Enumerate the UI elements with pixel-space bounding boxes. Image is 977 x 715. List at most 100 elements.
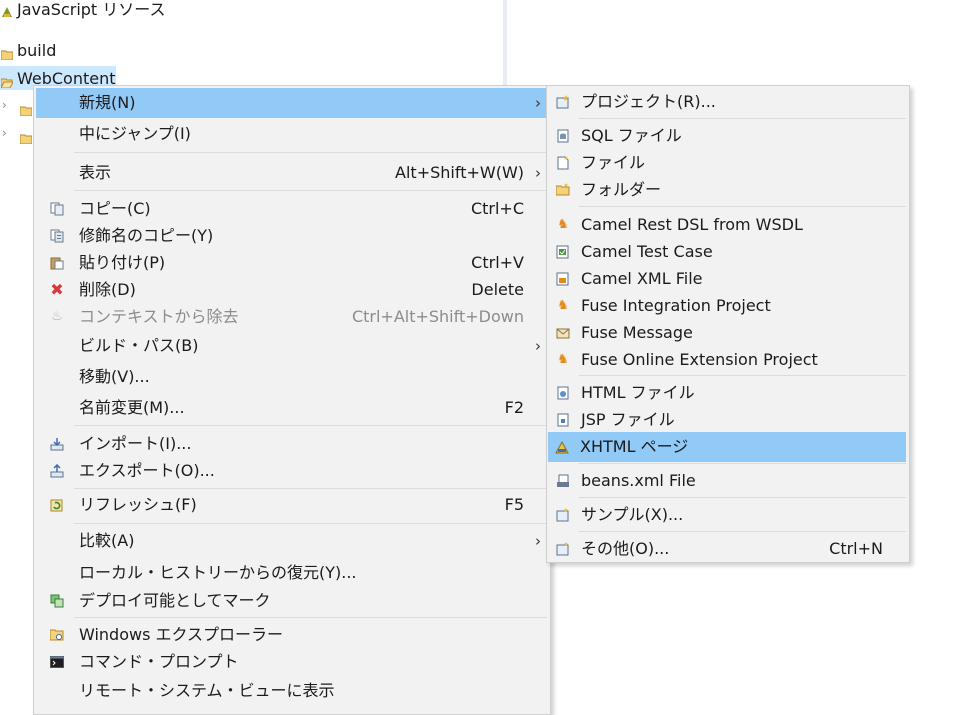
menu-item-show-in-remote-systems[interactable]: リモート・システム・ビューに表示: [36, 676, 548, 706]
menu-separator: [579, 531, 906, 532]
remove-from-context-icon: ♨: [51, 309, 63, 324]
menu-item-label: Camel Rest DSL from WSDL: [581, 215, 803, 234]
menu-item-label: エクスポート(O)...: [79, 461, 215, 480]
menu-separator: [579, 463, 906, 464]
menu-item-label: コピー(C): [79, 199, 151, 218]
submenu-item-xhtml-page[interactable]: XHTML ページ: [548, 432, 906, 462]
submenu-item-project[interactable]: プロジェクト(R)...: [549, 87, 907, 117]
submenu-item-fuse-integration-project[interactable]: ♞ Fuse Integration Project: [549, 291, 907, 321]
menu-item-label: 新規(N): [79, 93, 136, 112]
tree-item-label: JavaScript リソース: [17, 0, 166, 19]
menu-item-mark-deployable[interactable]: デプロイ可能としてマーク: [36, 586, 548, 616]
menu-item-label: リモート・システム・ビューに表示: [79, 681, 335, 700]
menu-item-label: プロジェクト(R)...: [581, 92, 716, 111]
windows-explorer-icon: [49, 627, 65, 643]
menu-item-label: サンプル(X)...: [581, 505, 684, 524]
submenu-item-camel-rest-dsl[interactable]: ♞ Camel Rest DSL from WSDL: [549, 210, 907, 240]
menu-item-shortcut: Ctrl+C: [470, 199, 524, 218]
menu-separator: [74, 523, 547, 524]
submenu-arrow-icon: ›: [535, 164, 541, 182]
context-menu: 新規(N) › 中にジャンプ(I) 表示 Alt+Shift+W(W) › コピ…: [33, 85, 551, 715]
copy-qualified-name-icon: [49, 228, 65, 244]
camel-icon: ♞: [557, 217, 569, 232]
menu-item-shortcut: Alt+Shift+W(W): [395, 163, 524, 182]
menu-item-go-into[interactable]: 中にジャンプ(I): [36, 119, 548, 149]
submenu-item-sql-file[interactable]: SQL ファイル: [549, 121, 907, 151]
submenu-item-beans-xml[interactable]: beans.xml File: [549, 466, 907, 496]
menu-item-paste[interactable]: 貼り付け(P) Ctrl+V: [36, 248, 548, 278]
expand-chevron-icon[interactable]: ›: [2, 126, 7, 140]
submenu-item-fuse-online-extension[interactable]: ♞ Fuse Online Extension Project: [549, 345, 907, 375]
menu-item-restore-from-local-history[interactable]: ローカル・ヒストリーからの復元(Y)...: [36, 558, 548, 588]
menu-item-label: Fuse Online Extension Project: [581, 350, 818, 369]
camel-icon: ♞: [557, 298, 569, 313]
sample-icon: [555, 507, 571, 523]
menu-item-label: Fuse Message: [581, 323, 693, 342]
menu-item-label: その他(O)...: [581, 539, 670, 558]
camel-xml-icon: [555, 271, 571, 287]
menu-item-label: 貼り付け(P): [79, 253, 166, 272]
menu-item-refresh[interactable]: リフレッシュ(F) F5: [36, 490, 548, 520]
menu-separator: [74, 425, 547, 426]
menu-item-label: フォルダー: [581, 180, 662, 199]
menu-item-label: JSP ファイル: [581, 410, 675, 429]
paste-icon: [49, 255, 65, 271]
menu-item-windows-explorer[interactable]: Windows エクスプローラー: [36, 620, 548, 650]
menu-item-label: 中にジャンプ(I): [79, 124, 191, 143]
menu-item-compare[interactable]: 比較(A) ›: [36, 526, 548, 556]
export-icon: [49, 463, 65, 479]
menu-separator: [579, 118, 906, 119]
fuse-message-icon: [555, 325, 571, 341]
tree-item-build[interactable]: build: [0, 38, 56, 62]
menu-item-shortcut: Delete: [471, 280, 524, 299]
menu-item-import[interactable]: インポート(I)...: [36, 429, 548, 459]
menu-item-label: コマンド・プロンプト: [79, 652, 239, 671]
submenu-item-camel-xml-file[interactable]: Camel XML File: [549, 264, 907, 294]
menu-item-label: ビルド・パス(B): [79, 336, 199, 355]
xhtml-page-icon: [554, 439, 570, 455]
menu-item-label: SQL ファイル: [581, 126, 682, 145]
menu-item-delete[interactable]: ✖ 削除(D) Delete: [36, 275, 548, 305]
menu-item-label: beans.xml File: [581, 471, 696, 490]
menu-item-command-prompt[interactable]: コマンド・プロンプト: [36, 647, 548, 677]
menu-separator: [579, 375, 906, 376]
menu-item-shortcut: Ctrl+Alt+Shift+Down: [351, 307, 524, 326]
deployable-icon: [49, 593, 65, 609]
folder-open-icon: [0, 73, 14, 89]
tree-item-javascript-resources[interactable]: JavaScript リソース: [0, 0, 166, 20]
menu-item-new[interactable]: 新規(N) ›: [36, 88, 548, 118]
submenu-item-fuse-message[interactable]: Fuse Message: [549, 318, 907, 348]
menu-item-copy[interactable]: コピー(C) Ctrl+C: [36, 194, 548, 224]
menu-item-copy-qualified-name[interactable]: 修飾名のコピー(Y): [36, 221, 548, 251]
submenu-item-other[interactable]: その他(O)... Ctrl+N: [549, 534, 907, 564]
expand-chevron-icon[interactable]: ›: [2, 98, 7, 112]
menu-item-move[interactable]: 移動(V)...: [36, 362, 548, 392]
command-prompt-icon: [49, 654, 65, 670]
menu-separator: [74, 152, 547, 153]
menu-separator: [74, 488, 547, 489]
submenu-item-jsp-file[interactable]: JSP ファイル: [549, 405, 907, 435]
javascript-resources-icon: [1, 3, 13, 17]
menu-item-rename[interactable]: 名前変更(M)... F2: [36, 393, 548, 423]
menu-item-remove-from-context[interactable]: ♨ コンテキストから除去 Ctrl+Alt+Shift+Down: [36, 302, 548, 332]
menu-item-label: XHTML ページ: [580, 437, 689, 456]
other-wizard-icon: [555, 541, 571, 557]
menu-item-label: インポート(I)...: [79, 434, 192, 453]
folder-icon: [0, 45, 14, 61]
submenu-item-sample[interactable]: サンプル(X)...: [549, 500, 907, 530]
camel-icon: ♞: [557, 352, 569, 367]
file-icon: [555, 155, 571, 171]
submenu-arrow-icon: ›: [535, 94, 541, 112]
submenu-item-camel-test-case[interactable]: Camel Test Case: [549, 237, 907, 267]
submenu-item-file[interactable]: ファイル: [549, 148, 907, 178]
submenu-item-html-file[interactable]: HTML ファイル: [549, 378, 907, 408]
submenu-item-folder[interactable]: フォルダー: [549, 175, 907, 205]
tree-item-label: build: [17, 40, 57, 60]
menu-item-show-in[interactable]: 表示 Alt+Shift+W(W) ›: [36, 158, 548, 188]
menu-item-shortcut: F2: [504, 398, 524, 417]
menu-item-export[interactable]: エクスポート(O)...: [36, 456, 548, 486]
new-project-icon: [555, 94, 571, 110]
menu-item-label: HTML ファイル: [581, 383, 695, 402]
menu-item-label: Camel Test Case: [581, 242, 713, 261]
menu-item-build-path[interactable]: ビルド・パス(B) ›: [36, 331, 548, 361]
